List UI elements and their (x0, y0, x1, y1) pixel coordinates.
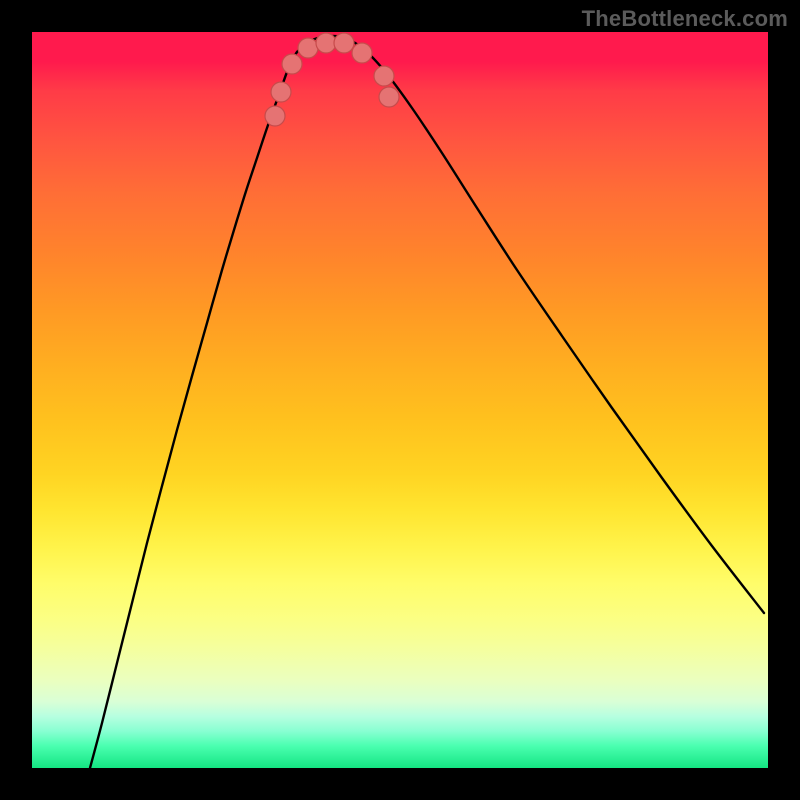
curve-marker (271, 82, 291, 102)
watermark-text: TheBottleneck.com (582, 6, 788, 32)
bottleneck-curve (90, 36, 764, 768)
curve-marker (334, 33, 354, 53)
curve-marker (265, 106, 285, 126)
curve-marker (352, 43, 372, 63)
chart-frame: TheBottleneck.com (0, 0, 800, 800)
plot-area (32, 32, 768, 768)
curve-svg (32, 32, 768, 768)
curve-marker (374, 66, 394, 86)
curve-marker (298, 38, 318, 58)
curve-marker (316, 33, 336, 53)
curve-marker (282, 54, 302, 74)
curve-marker (379, 87, 399, 107)
